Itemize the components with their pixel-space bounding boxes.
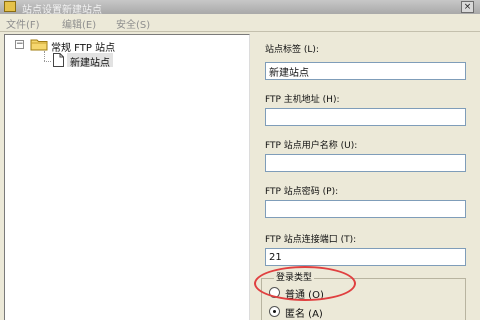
menu-bar: 文件(F) 编辑(E) 安全(S) — [0, 14, 480, 32]
menu-edit[interactable]: 编辑(E) — [62, 16, 96, 31]
title-bar: 站点设置新建站点 × — [0, 0, 480, 14]
collapse-toggle[interactable]: − — [15, 40, 24, 49]
port-input[interactable] — [265, 248, 466, 266]
radio-circle-checked[interactable] — [269, 306, 280, 317]
close-button[interactable]: × — [461, 1, 474, 13]
tree-root-item[interactable]: 常规 FTP 站点 — [51, 39, 115, 54]
menu-security[interactable]: 安全(S) — [116, 16, 150, 31]
app-icon — [4, 1, 16, 12]
site-label-input[interactable] — [265, 62, 466, 80]
site-properties: 站点标签 (L): FTP 主机地址 (H): FTP 站点用户名称 (U): … — [256, 34, 480, 320]
username-input[interactable] — [265, 154, 466, 172]
radio-circle[interactable] — [269, 287, 280, 298]
password-input[interactable] — [265, 200, 466, 218]
username-label: FTP 站点用户名称 (U): — [265, 141, 358, 151]
tree-item-new-site[interactable]: 新建站点 — [67, 53, 113, 69]
radio-anonymous-label: 匿名 (A) — [285, 309, 323, 320]
folder-icon — [30, 39, 48, 51]
password-label: FTP 站点密码 (P): — [265, 187, 339, 197]
host-label: FTP 主机地址 (H): — [265, 95, 340, 105]
login-type-title: 登录类型 — [274, 270, 315, 283]
tree-connector — [44, 61, 51, 62]
menu-file[interactable]: 文件(F) — [6, 16, 40, 31]
radio-normal-label: 普通 (O) — [285, 290, 324, 301]
host-input[interactable] — [265, 108, 466, 126]
site-tree: − 常规 FTP 站点 新建站点 — [4, 34, 250, 320]
tree-connector — [44, 51, 45, 61]
window-title: 站点设置新建站点 — [22, 5, 102, 14]
port-label: FTP 站点连接端口 (T): — [265, 235, 357, 245]
site-label-label: 站点标签 (L): — [265, 45, 319, 55]
document-icon — [53, 53, 64, 67]
